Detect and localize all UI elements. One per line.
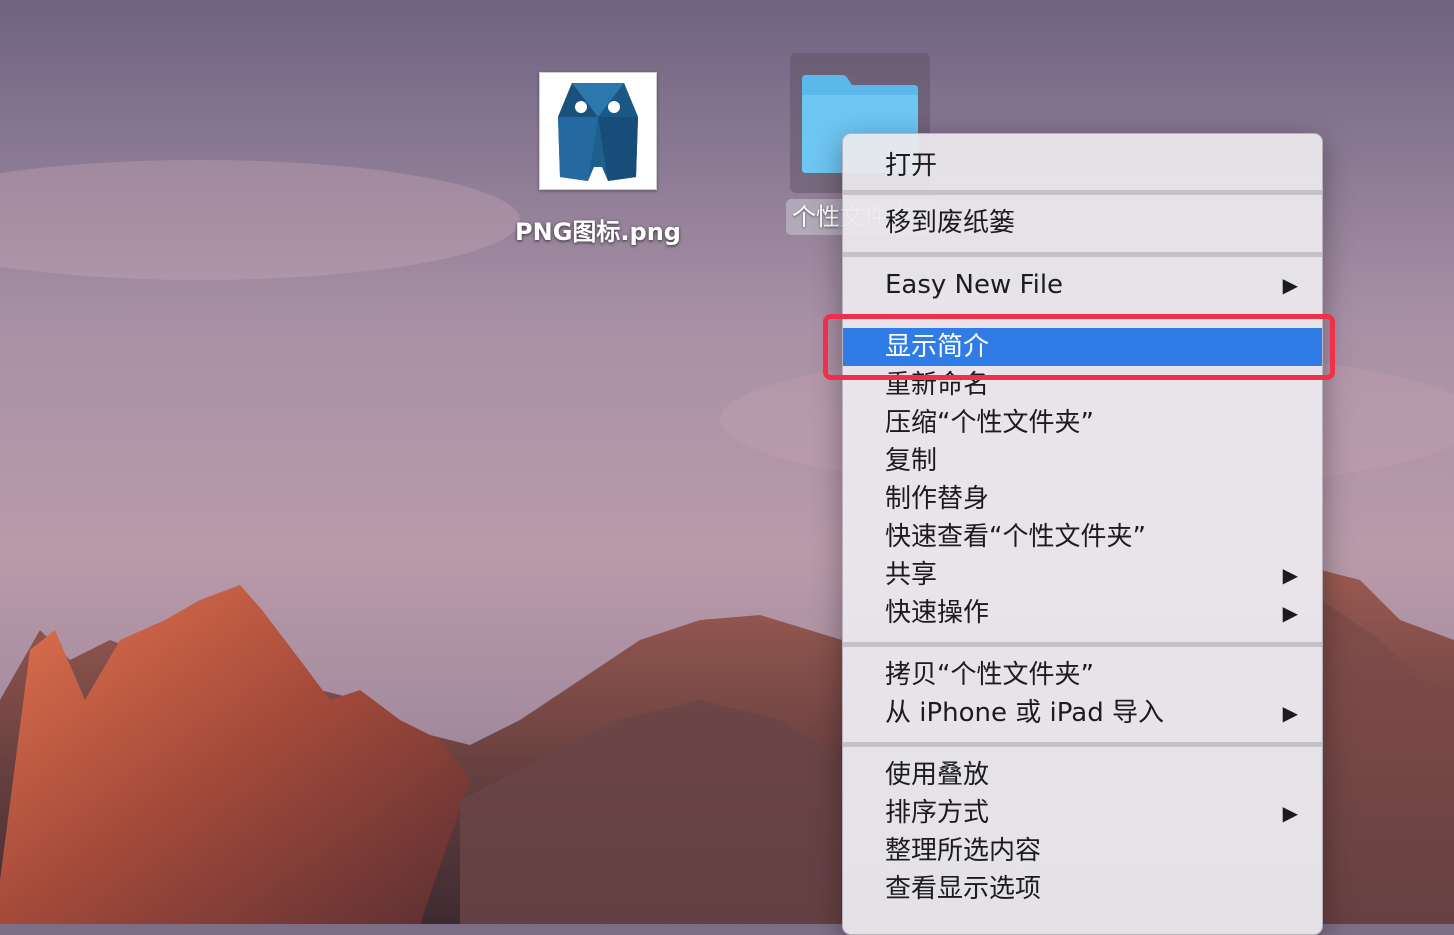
menu-item-copy[interactable]: 拷贝“个性文件夹” [843, 656, 1322, 694]
menu-separator [843, 642, 1322, 647]
menu-item-label: 复制 [885, 446, 938, 476]
menu-item-label: 查看显示选项 [885, 874, 1042, 904]
robot-image-icon [558, 83, 638, 181]
menu-item-label: Easy New File [885, 270, 1064, 300]
menu-item-clean-up-selection[interactable]: 整理所选内容 [843, 832, 1322, 870]
menu-item-duplicate[interactable]: 复制 [843, 442, 1322, 480]
menu-item-quick-actions[interactable]: 快速操作 ▶ [843, 594, 1322, 632]
submenu-arrow-icon: ▶ [1282, 273, 1298, 297]
menu-separator [843, 190, 1322, 195]
menu-item-compress[interactable]: 压缩“个性文件夹” [843, 404, 1322, 442]
menu-separator [843, 252, 1322, 257]
submenu-arrow-icon: ▶ [1282, 701, 1298, 725]
menu-item-import-from-iphone[interactable]: 从 iPhone 或 iPad 导入 ▶ [843, 694, 1322, 732]
menu-item-sort-by[interactable]: 排序方式 ▶ [843, 794, 1322, 832]
menu-item-label: 从 iPhone 或 iPad 导入 [885, 698, 1164, 728]
menu-item-label: 共享 [885, 560, 938, 590]
menu-item-label: 制作替身 [885, 484, 990, 514]
context-menu: 打开 移到废纸篓 Easy New File ▶ 显示简介 重新命名 压缩“个性… [842, 133, 1323, 935]
menu-item-open[interactable]: 打开 [843, 141, 1322, 191]
menu-item-label: 快速操作 [885, 598, 990, 628]
menu-item-label: 移到废纸篓 [885, 208, 1016, 238]
menu-separator [843, 742, 1322, 747]
menu-item-label: 打开 [885, 151, 938, 181]
menu-item-easy-new-file[interactable]: Easy New File ▶ [843, 260, 1322, 310]
menu-item-label: 整理所选内容 [885, 836, 1042, 866]
submenu-arrow-icon: ▶ [1282, 801, 1298, 825]
submenu-arrow-icon: ▶ [1282, 563, 1298, 587]
menu-item-label: 拷贝“个性文件夹” [885, 660, 1094, 690]
menu-item-label: 使用叠放 [885, 760, 990, 790]
annotation-highlight-box [823, 314, 1335, 380]
submenu-arrow-icon: ▶ [1282, 601, 1298, 625]
png-file-icon[interactable]: PNG图标.png [500, 72, 696, 247]
menu-item-move-to-trash[interactable]: 移到废纸篓 [843, 198, 1322, 248]
menu-item-show-view-options[interactable]: 查看显示选项 [843, 870, 1322, 908]
png-thumbnail [539, 72, 657, 190]
png-file-label: PNG图标.png [515, 218, 681, 246]
menu-item-use-stacks[interactable]: 使用叠放 [843, 756, 1322, 794]
menu-item-label: 压缩“个性文件夹” [885, 408, 1094, 438]
menu-item-quick-look[interactable]: 快速查看“个性文件夹” [843, 518, 1322, 556]
menu-item-label: 排序方式 [885, 798, 990, 828]
menu-item-make-alias[interactable]: 制作替身 [843, 480, 1322, 518]
menu-item-label: 快速查看“个性文件夹” [885, 522, 1146, 552]
menu-item-share[interactable]: 共享 ▶ [843, 556, 1322, 594]
